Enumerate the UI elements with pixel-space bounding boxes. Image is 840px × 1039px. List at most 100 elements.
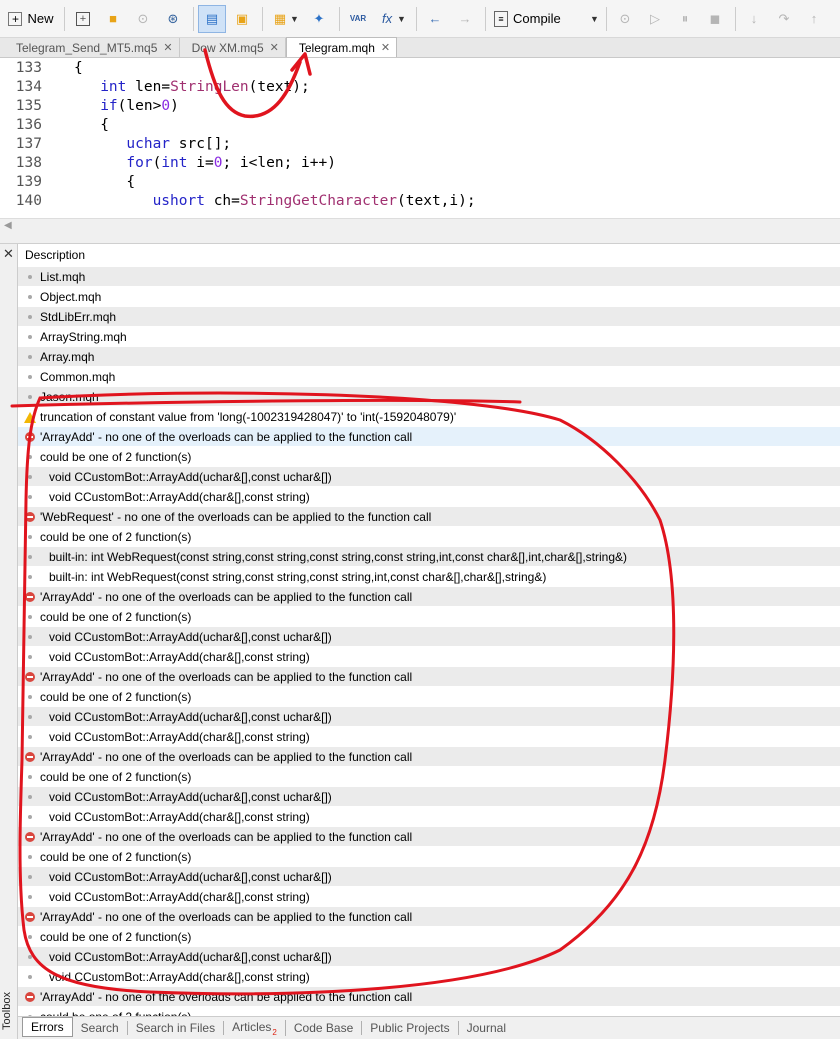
bullet-icon (28, 375, 32, 379)
toolbox-tabs: Errors Search Search in Files Articles2 Code… (18, 1016, 840, 1039)
download-grey-icon: ⊙ (137, 10, 149, 26)
tab-search-in-files[interactable]: Search in Files (128, 1021, 225, 1035)
scroll-left-icon[interactable]: ◀ (4, 220, 12, 231)
download-button[interactable]: ⊛ (159, 5, 187, 33)
list-item[interactable]: ArrayString.mqh (18, 326, 840, 346)
error-row[interactable]: 'ArrayAdd' - no one of the overloads can… (18, 906, 840, 926)
code-editor[interactable]: 133 { 134 int len=StringLen(text); 135 if… (0, 58, 840, 218)
error-row[interactable]: 'ArrayAdd' - no one of the overloads can… (18, 426, 840, 446)
chevron-down-icon: ▼ (397, 13, 406, 24)
list-item[interactable]: void CCustomBot::ArrayAdd(uchar&[],const… (18, 946, 840, 966)
tab-telegram-mqh[interactable]: Telegram.mqh ✕ (285, 37, 398, 57)
forward-button[interactable]: → (451, 5, 479, 33)
tab-journal[interactable]: Journal (459, 1021, 514, 1035)
tab-dow-xm[interactable]: Dow XM.mq5 ✕ (180, 38, 286, 57)
horizontal-scrollbar[interactable]: ◀ (0, 218, 840, 234)
list-item[interactable]: Object.mqh (18, 286, 840, 306)
bullet-marker (24, 387, 36, 407)
bullet-marker (24, 887, 36, 907)
list-item[interactable]: could be one of 2 function(s) (18, 1006, 840, 1016)
list-item[interactable]: could be one of 2 function(s) (18, 446, 840, 466)
list-item[interactable]: void CCustomBot::ArrayAdd(char&[],const … (18, 486, 840, 506)
compile-button[interactable]: ≡ Compile (490, 5, 586, 33)
list-item[interactable]: could be one of 2 function(s) (18, 606, 840, 626)
list-item[interactable]: void CCustomBot::ArrayAdd(uchar&[],const… (18, 866, 840, 886)
list-item[interactable]: void CCustomBot::ArrayAdd(char&[],const … (18, 966, 840, 986)
list-item[interactable]: void CCustomBot::ArrayAdd(char&[],const … (18, 646, 840, 666)
add-file-button[interactable]: + (69, 5, 97, 33)
warning-row[interactable]: ! truncation of constant value from 'long… (18, 406, 840, 426)
list-item[interactable]: StdLibErr.mqh (18, 306, 840, 326)
list-item[interactable]: could be one of 2 function(s) (18, 846, 840, 866)
bullet-marker (24, 527, 36, 547)
list-item[interactable]: built-in: int WebRequest(const string,co… (18, 546, 840, 566)
pause-button[interactable]: ⏸ (671, 5, 699, 33)
play-outline-button[interactable]: ▷ (641, 5, 669, 33)
list-item[interactable]: could be one of 2 function(s) (18, 686, 840, 706)
list-item[interactable]: void CCustomBot::ArrayAdd(uchar&[],const… (18, 706, 840, 726)
var-button[interactable]: VAR (344, 5, 372, 33)
list-item[interactable]: void CCustomBot::ArrayAdd(char&[],const … (18, 806, 840, 826)
tab-telegram-send[interactable]: Telegram_Send_MT5.mq5 ✕ (4, 38, 180, 57)
folder-button[interactable]: ▣ (228, 5, 256, 33)
tab-search[interactable]: Search (73, 1021, 128, 1035)
tab-articles[interactable]: Articles2 (224, 1020, 286, 1037)
play-button[interactable]: ⊙ (611, 5, 639, 33)
error-row[interactable]: 'ArrayAdd' - no one of the overloads can… (18, 826, 840, 846)
tab-code-base[interactable]: Code Base (286, 1021, 363, 1035)
step-down-button[interactable]: ↓ (740, 5, 768, 33)
list-item[interactable]: void CCustomBot::ArrayAdd(char&[],const … (18, 726, 840, 746)
bullet-icon (28, 695, 32, 699)
close-icon[interactable]: ✕ (381, 41, 390, 54)
list-item[interactable]: could be one of 2 function(s) (18, 766, 840, 786)
close-icon[interactable]: ✕ (270, 41, 279, 54)
code-text: if(len>0) (100, 98, 179, 114)
toolbox-title: Toolbox (0, 992, 13, 1030)
error-row[interactable]: 'ArrayAdd' - no one of the overloads can… (18, 666, 840, 686)
error-row[interactable]: 'ArrayAdd' - no one of the overloads can… (18, 746, 840, 766)
step-over-button[interactable]: ↷ (770, 5, 798, 33)
fx-dropdown[interactable]: fx ▼ (374, 5, 410, 33)
list-item[interactable]: could be one of 2 function(s) (18, 526, 840, 546)
line-number: 140 (15, 193, 42, 209)
tools-dropdown[interactable]: ▦ ▼ (267, 5, 303, 33)
description-column-header[interactable]: Description (18, 244, 840, 266)
errors-list[interactable]: Description List.mqh Object.mqh StdLibErr.… (18, 244, 840, 1016)
bullet-icon (28, 395, 32, 399)
keyword-token: if (100, 98, 118, 114)
error-row[interactable]: 'ArrayAdd' - no one of the overloads can… (18, 986, 840, 1006)
magic-button[interactable]: ✦ (305, 5, 333, 33)
code-line: 135 if(len>0) (0, 97, 840, 116)
list-item[interactable]: Jason.mqh (18, 386, 840, 406)
error-marker (24, 907, 36, 927)
compile-dropdown[interactable]: ▼ (588, 5, 600, 33)
new-button[interactable]: + New (4, 5, 58, 33)
bullet-icon (28, 895, 32, 899)
bullet-icon (28, 615, 32, 619)
error-row[interactable]: 'WebRequest' - no one of the overloads c… (18, 506, 840, 526)
list-item[interactable]: void CCustomBot::ArrayAdd(uchar&[],const… (18, 626, 840, 646)
layout-toggle-button[interactable]: ▤ (198, 4, 226, 33)
bullet-icon (28, 795, 32, 799)
back-button[interactable]: ← (421, 5, 449, 33)
close-icon[interactable]: ✕ (163, 41, 172, 54)
error-row[interactable]: 'ArrayAdd' - no one of the overloads can… (18, 586, 840, 606)
list-item[interactable]: Common.mqh (18, 366, 840, 386)
list-item[interactable]: Array.mqh (18, 346, 840, 366)
list-item[interactable]: List.mqh (18, 266, 840, 286)
list-item[interactable]: void CCustomBot::ArrayAdd(char&[],const … (18, 886, 840, 906)
list-item[interactable]: built-in: int WebRequest(const string,co… (18, 566, 840, 586)
download-grey-button[interactable]: ⊙ (129, 5, 157, 33)
code-text: uchar src[]; (126, 136, 232, 152)
step-up-button[interactable]: ↑ (800, 5, 828, 33)
list-item[interactable]: void CCustomBot::ArrayAdd(uchar&[],const… (18, 466, 840, 486)
tab-public-projects[interactable]: Public Projects (362, 1021, 459, 1035)
tab-errors[interactable]: Errors (22, 1017, 73, 1037)
bullet-icon (28, 875, 32, 879)
list-item[interactable]: void CCustomBot::ArrayAdd(uchar&[],const… (18, 786, 840, 806)
panel-splitter[interactable] (0, 234, 840, 244)
close-icon[interactable]: ✕ (3, 246, 14, 262)
list-item[interactable]: could be one of 2 function(s) (18, 926, 840, 946)
open-folder-button[interactable]: ■ (99, 5, 127, 33)
stop-button[interactable]: ◼ (701, 5, 729, 33)
